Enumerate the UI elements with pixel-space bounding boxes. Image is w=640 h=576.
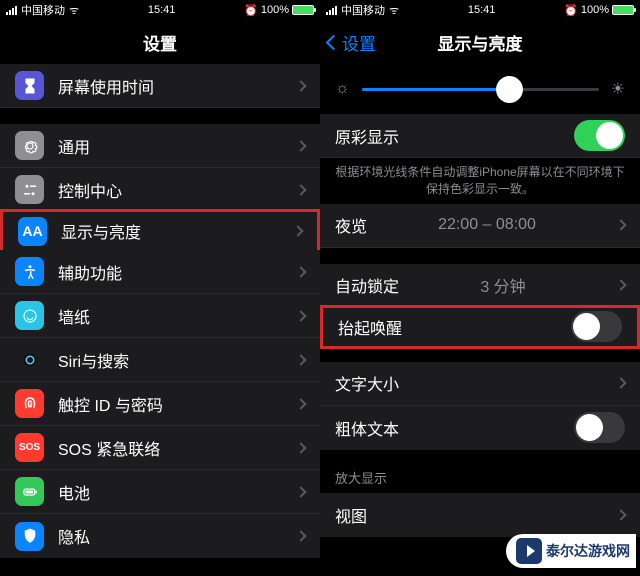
access-icon <box>15 257 44 286</box>
signal-icon <box>6 6 17 15</box>
row-ctrl[interactable]: 控制中心 <box>0 168 320 212</box>
row-view[interactable]: 视图 <box>320 493 640 537</box>
chevron-icon <box>615 377 626 388</box>
sun-bright-icon: ☀ <box>611 79 625 99</box>
slider-thumb[interactable] <box>496 76 523 103</box>
row-文字大小[interactable]: 文字大小 <box>320 362 640 406</box>
row-aa[interactable]: AA 显示与亮度 <box>0 209 320 253</box>
chevron-icon <box>295 140 306 151</box>
priv-icon <box>15 522 44 551</box>
row-siri[interactable]: Siri与搜索 <box>0 338 320 382</box>
display-settings-list: ☼ ☀ 原彩显示根据环境光线条件自动调整iPhone屏幕以在不同环境下保持色彩显… <box>320 64 640 576</box>
header-title: 设置 <box>0 20 320 64</box>
gear-icon <box>15 131 44 160</box>
chevron-icon <box>295 310 306 321</box>
row-原彩显示[interactable]: 原彩显示 <box>320 114 640 158</box>
row-hourglass[interactable]: 屏幕使用时间 <box>0 64 320 108</box>
row-label: SOS 紧急联络 <box>58 436 160 460</box>
sos-icon: SOS <box>15 433 44 462</box>
wifi-icon: ᯤ <box>69 3 79 18</box>
battery-icon <box>612 5 634 15</box>
row-label: 屏幕使用时间 <box>58 74 154 98</box>
row-自动锁定[interactable]: 自动锁定 3 分钟 <box>320 264 640 308</box>
settings-screen: 中国移动 ᯤ 15:41 ⏰ 100% 设置 屏幕使用时间通用控制中心 AA 显示与… <box>0 0 320 576</box>
brightness-slider[interactable] <box>362 88 599 91</box>
row-access[interactable]: 辅助功能 <box>0 250 320 294</box>
row-label: 夜览 <box>335 213 367 237</box>
display-brightness-screen: 中国移动 ᯤ 15:41 ⏰ 100% 设置 显示与亮度 ☼ ☀ 原彩显示根据环… <box>320 0 640 576</box>
ctrl-icon <box>15 175 44 204</box>
chevron-icon <box>292 225 303 236</box>
chevron-icon <box>615 219 626 230</box>
row-label: 触控 ID 与密码 <box>58 392 163 416</box>
chevron-icon <box>295 486 306 497</box>
row-gear[interactable]: 通用 <box>0 124 320 168</box>
row-抬起唤醒[interactable]: 抬起唤醒 <box>320 305 640 349</box>
toggle[interactable] <box>574 412 625 443</box>
wall-icon <box>15 301 44 330</box>
row-value: 22:00 – 08:00 <box>438 216 536 234</box>
signal-icon <box>326 6 337 15</box>
back-button[interactable]: 设置 <box>328 30 376 55</box>
batt-icon <box>15 477 44 506</box>
row-sos[interactable]: SOS SOS 紧急联络 <box>0 426 320 470</box>
row-label: 原彩显示 <box>335 124 399 148</box>
status-time: 15:41 <box>468 4 496 16</box>
settings-list: 屏幕使用时间通用控制中心 AA 显示与亮度辅助功能墙纸 Siri与搜索触控 ID 与密… <box>0 64 320 576</box>
chevron-icon <box>295 184 306 195</box>
row-touch[interactable]: 触控 ID 与密码 <box>0 382 320 426</box>
carrier: 中国移动 <box>21 2 65 18</box>
row-value: 3 分钟 <box>480 273 525 297</box>
status-time: 15:41 <box>148 4 176 16</box>
row-夜览[interactable]: 夜览 22:00 – 08:00 <box>320 204 640 248</box>
row-label: 墙纸 <box>58 304 90 328</box>
row-粗体文本[interactable]: 粗体文本 <box>320 406 640 450</box>
row-label: 自动锁定 <box>335 273 399 297</box>
brightness-slider-row: ☼ ☀ <box>320 64 640 114</box>
toggle[interactable] <box>574 120 625 151</box>
status-bar: 中国移动 ᯤ 15:41 ⏰ 100% <box>0 0 320 20</box>
chevron-icon <box>295 398 306 409</box>
row-label: 文字大小 <box>335 371 399 395</box>
touch-icon <box>15 389 44 418</box>
carrier: 中国移动 <box>341 2 385 18</box>
row-priv[interactable]: 隐私 <box>0 514 320 558</box>
aa-icon: AA <box>18 217 47 246</box>
row-label: 电池 <box>58 480 90 504</box>
chevron-icon <box>295 266 306 277</box>
row-label: Siri与搜索 <box>58 348 129 372</box>
chevron-icon <box>295 354 306 365</box>
toggle[interactable] <box>571 311 622 342</box>
chevron-icon <box>615 509 626 520</box>
battery-icon <box>292 5 314 15</box>
wifi-icon: ᯤ <box>389 3 399 18</box>
page-header: 设置 显示与亮度 <box>320 20 640 64</box>
row-batt[interactable]: 电池 <box>0 470 320 514</box>
row-label: 隐私 <box>58 524 90 548</box>
row-label: 控制中心 <box>58 178 122 202</box>
row-label: 显示与亮度 <box>61 219 141 243</box>
sun-dim-icon: ☼ <box>335 80 350 98</box>
chevron-icon <box>295 80 306 91</box>
watermark: 泰尔达游戏网 <box>506 534 636 568</box>
watermark-logo-icon <box>516 538 542 564</box>
battery-pct: 100% <box>581 4 609 16</box>
chevron-icon <box>295 530 306 541</box>
footer-text: 根据环境光线条件自动调整iPhone屏幕以在不同环境下保持色彩显示一致。 <box>320 158 640 204</box>
row-label: 辅助功能 <box>58 260 122 284</box>
hourglass-icon <box>15 71 44 100</box>
row-label: 通用 <box>58 134 90 158</box>
siri-icon <box>15 345 44 374</box>
row-label: 粗体文本 <box>335 416 399 440</box>
alarm-icon: ⏰ <box>244 4 258 17</box>
page-title: 显示与亮度 <box>438 30 523 55</box>
alarm-icon: ⏰ <box>564 4 578 17</box>
section-zoom: 放大显示 <box>320 450 640 493</box>
row-label: 抬起唤醒 <box>338 315 402 339</box>
row-wall[interactable]: 墙纸 <box>0 294 320 338</box>
battery-pct: 100% <box>261 4 289 16</box>
status-bar: 中国移动 ᯤ 15:41 ⏰ 100% <box>320 0 640 20</box>
chevron-icon <box>295 442 306 453</box>
chevron-icon <box>615 279 626 290</box>
